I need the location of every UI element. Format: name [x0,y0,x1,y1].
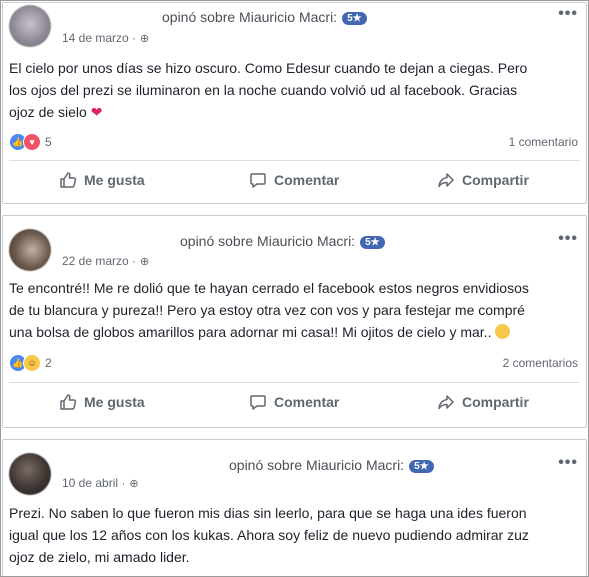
post-date: 14 de marzo · ⊕ [62,31,150,45]
post: opinó sobre Miauricio Macri: 5★ 10 de abr… [2,439,587,576]
comments-count[interactable]: 1 comentario [509,135,578,149]
globe-icon: ⊕ [129,478,139,490]
rating-badge: 5★ [342,12,367,25]
rating-badge: 5★ [409,460,434,473]
timestamp[interactable]: 22 de marzo [62,254,129,268]
reaction-count: 5 [45,135,52,149]
comment-button[interactable]: Comentar [249,165,339,195]
author-label[interactable]: opinó sobre Miauricio Macri: [229,457,404,473]
post-date: 22 de marzo · ⊕ [62,254,150,268]
haha-reaction-icon: ☺ [23,354,41,372]
avatar[interactable] [9,229,51,271]
heart-emoji-icon: ❤ [90,104,103,120]
post-header: opinó sobre Miauricio Macri: 5★ [162,9,367,25]
comment-button[interactable]: Comentar [249,387,339,417]
more-options-icon[interactable]: ••• [558,230,578,248]
action-bar: Me gusta Comentar Compartir [3,387,586,417]
comment-bubble-icon [250,173,266,188]
globe-icon: ⊕ [140,256,150,268]
thumbs-up-icon [60,394,77,410]
author-label[interactable]: opinó sobre Miauricio Macri: [162,9,337,25]
post: opinó sobre Miauricio Macri: 5★ 22 de mar… [2,215,587,428]
post-header: opinó sobre Miauricio Macri: 5★ [180,233,385,249]
timestamp[interactable]: 10 de abril [62,476,118,490]
more-options-icon[interactable]: ••• [558,454,578,472]
feed: opinó sobre Miauricio Macri: 5★ 14 de mar… [0,0,589,577]
post-date: 10 de abril · ⊕ [62,476,139,490]
comment-bubble-icon [250,395,266,410]
more-options-icon[interactable]: ••• [558,5,578,23]
timestamp[interactable]: 14 de marzo [62,31,129,45]
share-arrow-icon [438,395,454,410]
post: opinó sobre Miauricio Macri: 5★ 14 de mar… [2,2,587,204]
globe-icon: ⊕ [140,33,150,45]
post-text: Te encontré!! Me re dolió que te hayan c… [9,280,529,340]
share-button[interactable]: Compartir [437,165,529,195]
post-header: opinó sobre Miauricio Macri: 5★ [229,457,434,473]
avatar[interactable] [9,5,51,47]
action-bar: Me gusta Comentar Compartir [3,165,586,195]
post-text: El cielo por unos días se hizo oscuro. C… [9,60,528,120]
divider [9,160,580,161]
reactions-summary[interactable]: 👍 ♥ 5 [9,133,52,151]
love-reaction-icon: ♥ [23,133,41,151]
smile-emoji-icon [495,324,511,339]
post-text: Prezi. No saben lo que fueron mis dias s… [9,505,529,565]
like-button[interactable]: Me gusta [59,387,145,417]
divider [9,382,580,383]
author-label[interactable]: opinó sobre Miauricio Macri: [180,233,355,249]
like-button[interactable]: Me gusta [59,165,145,195]
reactions-summary[interactable]: 👍 ☺ 2 [9,354,52,372]
avatar[interactable] [9,453,51,495]
rating-badge: 5★ [360,236,385,249]
reaction-count: 2 [45,356,52,370]
share-button[interactable]: Compartir [437,387,529,417]
share-arrow-icon [438,173,454,188]
comments-count[interactable]: 2 comentarios [503,356,578,370]
thumbs-up-icon [60,172,77,188]
